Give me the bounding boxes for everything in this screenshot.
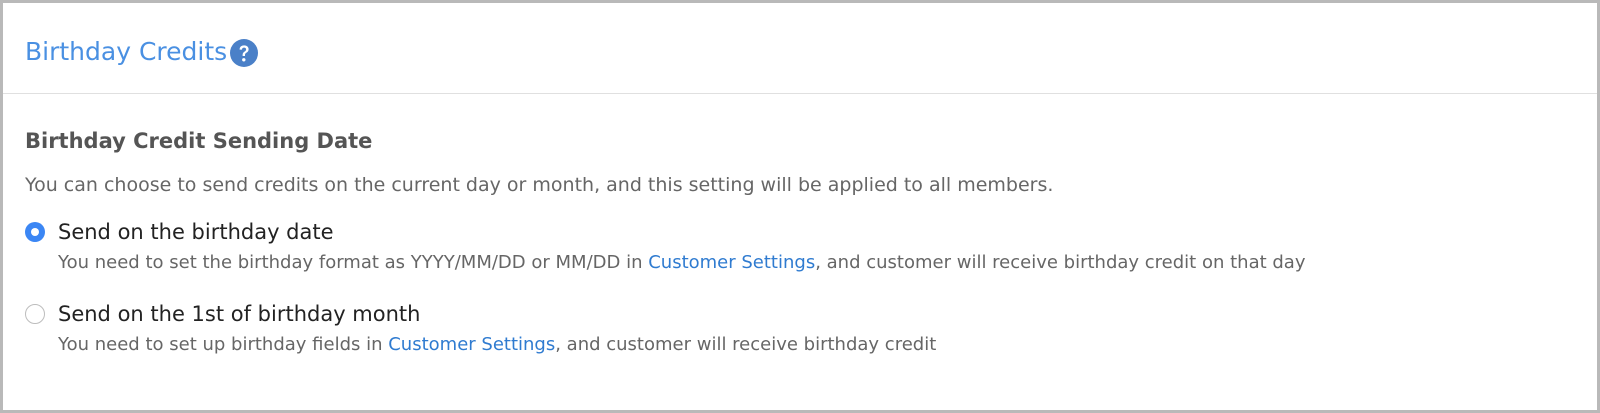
birthday-credits-panel: Birthday Credits Birthday Credit Sending… xyxy=(0,0,1600,413)
option-hint-text: , and customer will receive birthday cre… xyxy=(555,334,937,355)
radio-send-on-birthday-month[interactable] xyxy=(25,304,45,324)
panel-title: Birthday Credits xyxy=(25,37,228,66)
radio-selected-dot xyxy=(31,228,39,236)
customer-settings-link[interactable]: Customer Settings xyxy=(648,252,815,273)
option-hint-text: You need to set the birthday format as Y… xyxy=(58,252,649,273)
customer-settings-link[interactable]: Customer Settings xyxy=(388,334,555,355)
radio-send-on-birthday-date[interactable] xyxy=(25,222,45,242)
section-heading: Birthday Credit Sending Date xyxy=(25,129,373,153)
section-description: You can choose to send credits on the cu… xyxy=(25,174,1054,196)
panel-header: Birthday Credits xyxy=(3,3,1597,94)
question-circle-icon[interactable] xyxy=(229,38,259,68)
option-hint-birthday-month: You need to set up birthday fields in Cu… xyxy=(58,333,936,357)
option-hint-birthday-date: You need to set the birthday format as Y… xyxy=(58,251,1306,275)
option-label-birthday-date[interactable]: Send on the birthday date xyxy=(58,218,334,246)
option-hint-text: , and customer will receive birthday cre… xyxy=(815,252,1306,273)
option-hint-text: You need to set up birthday fields in xyxy=(58,334,389,355)
option-label-birthday-month[interactable]: Send on the 1st of birthday month xyxy=(58,300,420,328)
